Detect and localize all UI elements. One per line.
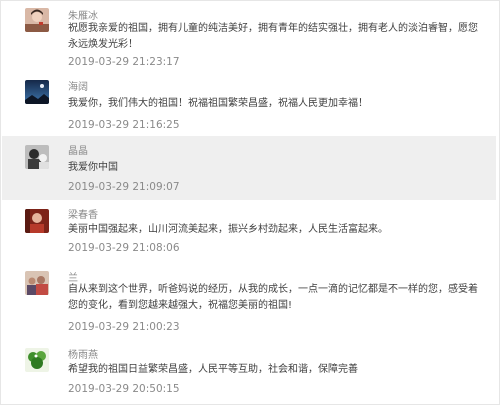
- comment-item: 海阔 我爱你，我们伟大的祖国！祝福祖国繁荣昌盛，祝福人民更加幸福！ 2019-0…: [2, 72, 496, 137]
- portrait-avatar-icon[interactable]: [25, 8, 49, 32]
- comment-timestamp: 2019-03-29 21:16:25: [68, 119, 180, 131]
- comment-timestamp: 2019-03-29 20:50:15: [68, 383, 180, 395]
- comment-text: 美丽中国强起来，山川河流美起来，振兴乡村劲起来，人民生活富起来。: [68, 224, 388, 235]
- comment-author: 晶晶: [68, 146, 88, 157]
- comment-timestamp: 2019-03-29 21:23:17: [68, 56, 180, 68]
- comment-text: 我爱你中国: [68, 162, 118, 173]
- comment-text: 我爱你，我们伟大的祖国！祝福祖国繁荣昌盛，祝福人民更加幸福！: [68, 98, 368, 109]
- comment-item: 晶晶 我爱你中国 2019-03-29 21:09:07: [2, 136, 496, 201]
- comment-text: 自从来到这个世界，听爸妈说的经历，从我的成长，一点一滴的记忆都是不一样的您，感受…: [68, 284, 478, 311]
- red-photo-avatar-icon[interactable]: [25, 209, 49, 233]
- comment-author: 朱雁冰: [68, 11, 98, 22]
- black-white-photo-avatar-icon[interactable]: [25, 145, 49, 169]
- night-sky-avatar-icon[interactable]: [25, 80, 49, 104]
- comment-author: 海阔: [68, 82, 88, 93]
- comment-text: 祝愿我亲爱的祖国，拥有儿童的纯洁美好，拥有青年的结实强壮，拥有老人的淡泊睿智，愿…: [68, 23, 478, 50]
- comment-timestamp: 2019-03-29 21:00:23: [68, 321, 180, 333]
- comment-page: 朱雁冰 祝愿我亲爱的祖国，拥有儿童的纯洁美好，拥有青年的结实强壮，拥有老人的淡泊…: [0, 0, 500, 405]
- comment-text: 希望我的祖国日益繁荣昌盛，人民平等互助，社会和谐，保障完善: [68, 364, 358, 375]
- comment-timestamp: 2019-03-29 21:08:06: [68, 242, 180, 254]
- comment-item: 兰 自从来到这个世界，听爸妈说的经历，从我的成长，一点一滴的记忆都是不一样的您，…: [2, 263, 496, 341]
- comment-item: 朱雁冰 祝愿我亲爱的祖国，拥有儿童的纯洁美好，拥有青年的结实强壮，拥有老人的淡泊…: [2, 1, 496, 73]
- family-photo-avatar-icon[interactable]: [25, 271, 49, 295]
- comment-list: 朱雁冰 祝愿我亲爱的祖国，拥有儿童的纯洁美好，拥有青年的结实强壮，拥有老人的淡泊…: [0, 0, 500, 405]
- comment-author: 杨雨燕: [68, 350, 98, 361]
- comment-timestamp: 2019-03-29 21:09:07: [68, 181, 180, 193]
- green-plant-avatar-icon[interactable]: [25, 348, 49, 372]
- comment-item: 杨雨燕 希望我的祖国日益繁荣昌盛，人民平等互助，社会和谐，保障完善 2019-0…: [2, 340, 496, 404]
- comment-author: 梁春香: [68, 210, 98, 221]
- comment-item: 梁春香 美丽中国强起来，山川河流美起来，振兴乡村劲起来，人民生活富起来。 201…: [2, 200, 496, 264]
